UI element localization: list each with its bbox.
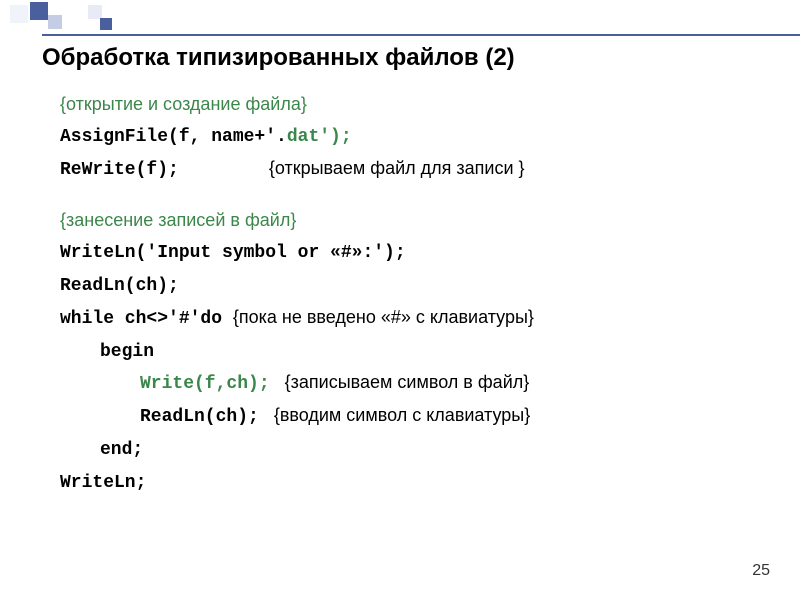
code-line: begin: [100, 342, 154, 362]
code-annotation: {открываем файл для записи }: [269, 158, 525, 178]
code-line: ReadLn(ch);: [60, 276, 179, 296]
deco-square: [100, 18, 112, 30]
code-comment: {занесение записей в файл}: [60, 210, 296, 230]
code-line: WriteLn;: [60, 473, 146, 493]
code-line: WriteLn('Input symbol or «#»:');: [60, 243, 406, 263]
deco-square: [30, 2, 48, 20]
deco-square: [10, 5, 28, 23]
code-line: AssignFile(f, name+'.: [60, 127, 287, 147]
code-line: ReWrite(f);: [60, 160, 179, 180]
code-comment: {открытие и создание файла}: [60, 94, 307, 114]
code-annotation: {записываем символ в файл}: [285, 372, 530, 392]
deco-square: [48, 15, 62, 29]
code-line: end;: [100, 440, 143, 460]
deco-square: [88, 5, 102, 19]
slide-content: {открытие и создание файла} AssignFile(f…: [60, 90, 760, 500]
code-annotation: {пока не введено «#» с клавиатуры}: [233, 307, 534, 327]
code-line: Write(f,ch);: [140, 374, 270, 394]
code-line: ReadLn(ch);: [140, 407, 259, 427]
code-line: dat');: [287, 127, 352, 147]
deco-line: [42, 34, 800, 36]
slide-title: Обработка типизированных файлов (2): [42, 44, 515, 72]
page-number: 25: [752, 562, 770, 580]
slide-decoration: [0, 0, 800, 40]
code-line: while ch<>'#'do: [60, 309, 233, 329]
code-annotation: {вводим символ с клавиатуры}: [274, 405, 530, 425]
